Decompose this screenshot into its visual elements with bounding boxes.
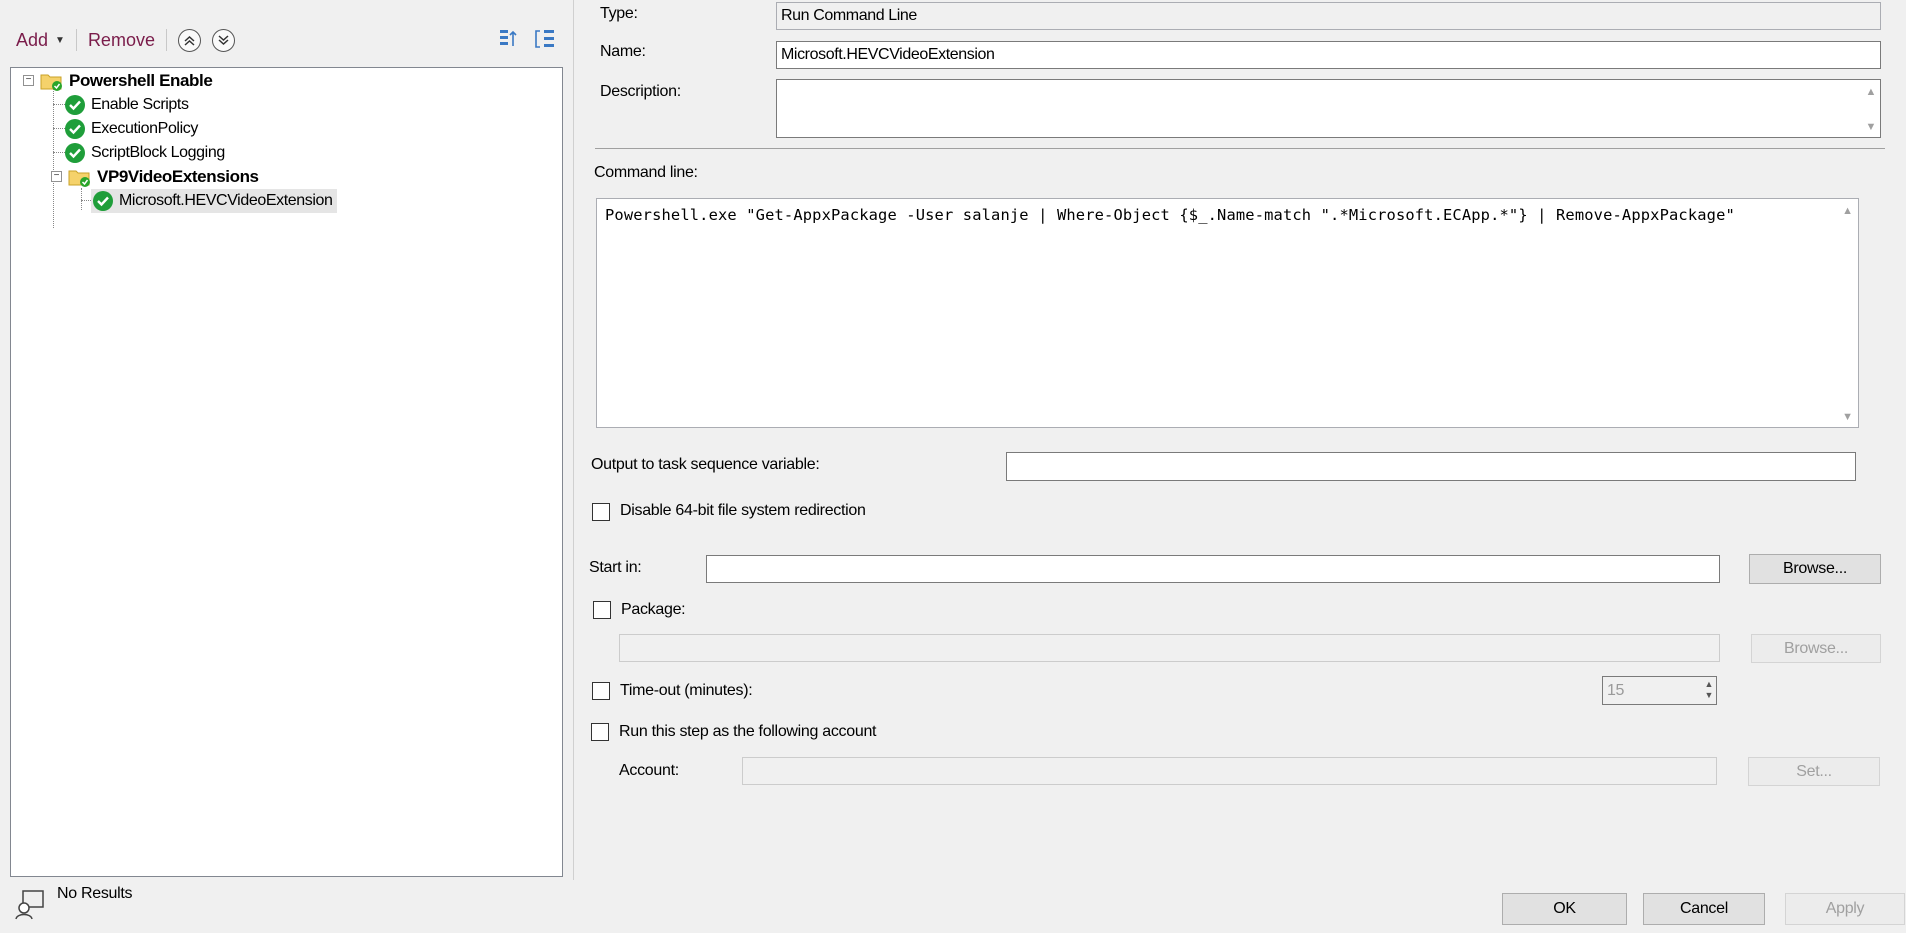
divider (595, 148, 1885, 149)
apply-button: Apply (1785, 893, 1905, 925)
tree-connector (81, 188, 82, 210)
tree-item-execution-policy[interactable]: ExecutionPolicy (63, 117, 198, 141)
package-label: Package: (621, 601, 686, 618)
account-input (742, 757, 1717, 785)
tree-item-label: VP9VideoExtensions (97, 167, 259, 186)
disable-redirection-checkbox[interactable] (592, 503, 610, 521)
type-field: Run Command Line (776, 2, 1881, 30)
account-label: Account: (619, 762, 679, 779)
collapse-toggle[interactable]: − (23, 75, 34, 86)
command-line-label: Command line: (594, 164, 698, 181)
task-sequence-pane: Add ▼ Remove − Powershell Enable Enable … (0, 0, 570, 933)
tree-item-label: Microsoft.HEVCVideoExtension (119, 192, 333, 209)
tree-item-microsoft-hevcvideoextension[interactable]: Microsoft.HEVCVideoExtension (91, 189, 337, 213)
toolbar-separator (165, 29, 167, 51)
description-input[interactable]: ▲ ▼ (776, 79, 1881, 138)
ok-button[interactable]: OK (1502, 893, 1627, 925)
task-sequence-tree: − Powershell Enable Enable Scripts Execu… (10, 67, 563, 877)
collapse-all-icon[interactable] (498, 27, 522, 51)
add-menu-button[interactable]: Add ▼ (16, 30, 65, 51)
success-check-icon (65, 95, 85, 115)
toolbar-separator (75, 29, 77, 51)
command-scrollbar[interactable]: ▲ ▼ (1838, 199, 1858, 427)
start-in-browse-button[interactable]: Browse... (1749, 554, 1881, 584)
tree-item-enable-scripts[interactable]: Enable Scripts (63, 93, 189, 117)
success-check-icon (65, 143, 85, 163)
run-as-account-label: Run this step as the following account (619, 723, 877, 740)
name-label: Name: (600, 43, 646, 60)
disable-redirection-label: Disable 64-bit file system redirection (620, 502, 866, 519)
double-chevron-down-icon (218, 34, 229, 45)
tree-item-scriptblock-logging[interactable]: ScriptBlock Logging (63, 141, 225, 165)
move-up-button[interactable] (177, 28, 201, 52)
scroll-down-icon[interactable]: ▼ (1866, 121, 1877, 133)
output-variable-input[interactable] (1006, 452, 1856, 481)
package-input (619, 634, 1720, 662)
scroll-up-icon[interactable]: ▲ (1842, 205, 1853, 217)
output-variable-label: Output to task sequence variable: (591, 456, 820, 473)
set-account-button: Set... (1748, 757, 1880, 786)
description-label: Description: (600, 83, 681, 100)
tree-connector (53, 88, 54, 228)
status-monitor-icon (15, 890, 44, 920)
success-check-icon (65, 119, 85, 139)
package-browse-button: Browse... (1751, 634, 1881, 663)
tree-item-label: Powershell Enable (69, 71, 213, 90)
group-folder-icon (40, 74, 62, 91)
toolbar: Add ▼ Remove (10, 22, 562, 58)
toolbar-right-group (498, 27, 558, 51)
start-in-label: Start in: (589, 559, 642, 576)
name-input[interactable]: Microsoft.HEVCVideoExtension (776, 41, 1881, 69)
tree-item-label: ExecutionPolicy (91, 120, 198, 137)
command-line-input[interactable]: Powershell.exe "Get-AppxPackage -User sa… (596, 198, 1859, 428)
run-as-account-checkbox[interactable] (591, 723, 609, 741)
tree-item-label: ScriptBlock Logging (91, 144, 225, 161)
success-check-icon (93, 191, 113, 211)
start-in-input[interactable] (706, 555, 1720, 583)
scroll-down-icon[interactable]: ▼ (1842, 411, 1853, 423)
collapse-toggle[interactable]: − (51, 171, 62, 182)
package-checkbox[interactable] (593, 601, 611, 619)
cancel-button[interactable]: Cancel (1643, 893, 1765, 925)
expand-all-icon[interactable] (534, 27, 558, 51)
tree-item-vp9videoextensions[interactable]: VP9VideoExtensions (67, 165, 259, 189)
status-text: No Results (57, 885, 133, 902)
spinner-arrows-icon[interactable]: ▲ ▼ (1704, 679, 1713, 701)
add-label: Add (16, 29, 49, 50)
remove-button[interactable]: Remove (88, 30, 155, 51)
double-chevron-up-icon (184, 35, 195, 46)
type-label: Type: (600, 5, 638, 22)
command-line-text: Powershell.exe "Get-AppxPackage -User sa… (605, 206, 1735, 224)
tree-item-label: Enable Scripts (91, 96, 189, 113)
timeout-label: Time-out (minutes): (620, 682, 753, 699)
group-folder-icon (68, 170, 90, 187)
scroll-up-icon[interactable]: ▲ (1866, 86, 1877, 98)
tree-item-powershell-enable[interactable]: Powershell Enable (39, 69, 213, 93)
dropdown-arrow-icon: ▼ (55, 34, 65, 46)
move-down-button[interactable] (211, 28, 235, 52)
timeout-value: 15 (1607, 681, 1624, 699)
timeout-spinner: 15 ▲ ▼ (1602, 676, 1717, 705)
timeout-checkbox[interactable] (592, 682, 610, 700)
